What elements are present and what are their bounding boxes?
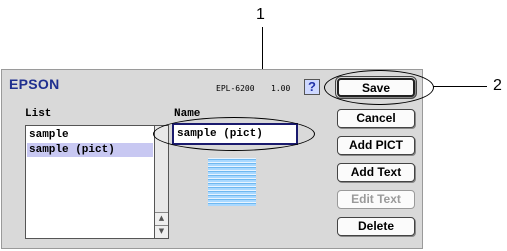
overlay-list[interactable]: sample sample (pict) ▲ ▼: [25, 125, 169, 239]
callout-leader-2: [433, 86, 487, 87]
list-item[interactable]: sample: [27, 128, 153, 142]
help-icon[interactable]: ?: [304, 79, 320, 95]
pict-thumbnail-icon: [208, 158, 256, 206]
edit-text-button: Edit Text: [337, 190, 415, 209]
list-item-selected[interactable]: sample (pict): [27, 143, 153, 157]
callout-number-1: 1: [256, 6, 265, 23]
add-pict-button[interactable]: Add PICT: [337, 136, 415, 155]
callout-ellipse-name: [153, 117, 315, 151]
callout-ellipse-save: [324, 70, 434, 105]
delete-button[interactable]: Delete: [337, 217, 415, 236]
scroll-up-icon[interactable]: ▲: [155, 212, 168, 225]
cancel-button[interactable]: Cancel: [337, 109, 415, 128]
scroll-down-icon[interactable]: ▼: [155, 225, 168, 238]
printer-model: EPL-6200: [216, 84, 255, 93]
list-label: List: [25, 108, 52, 120]
callout-number-2: 2: [493, 77, 502, 94]
add-text-button[interactable]: Add Text: [337, 163, 415, 182]
brand-logo: EPSON: [9, 76, 60, 92]
driver-version: 1.00: [271, 84, 291, 93]
